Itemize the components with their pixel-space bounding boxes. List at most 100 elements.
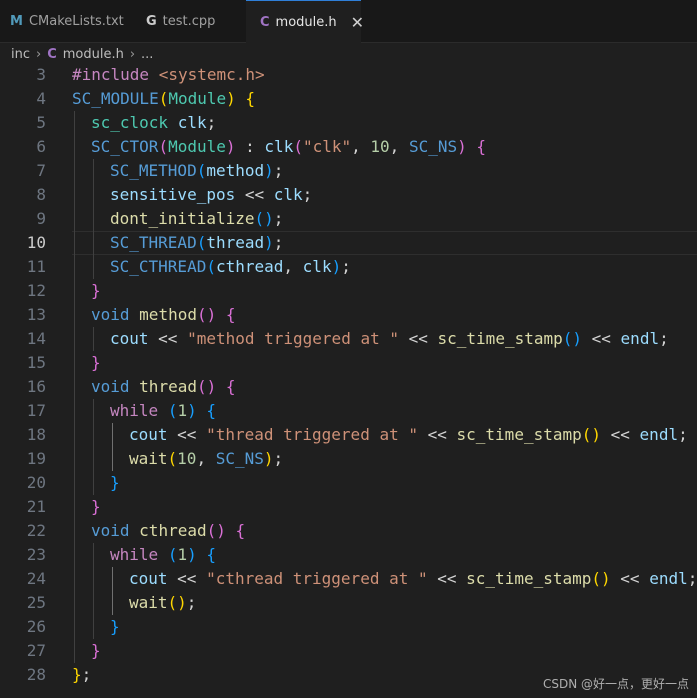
line-number: 16 xyxy=(26,377,46,396)
code-line[interactable]: 6 SC_CTOR(Module) : clk("clk", 10, SC_NS)… xyxy=(0,135,697,159)
code-line[interactable]: 13 void method() { xyxy=(0,303,697,327)
line-number: 6 xyxy=(36,137,46,156)
code-text: } xyxy=(91,497,101,516)
line-number: 23 xyxy=(26,545,46,564)
indent-guide xyxy=(112,423,113,471)
line-number: 10 xyxy=(26,233,46,252)
line-number: 5 xyxy=(36,113,46,132)
code-line[interactable]: 24 cout << "cthread triggered at " << sc_… xyxy=(0,567,697,591)
line-number: 11 xyxy=(26,257,46,276)
code-text: } xyxy=(91,281,101,300)
code-editor[interactable]: 3 #include <systemc.h> 4 SC_MODULE(Module) … xyxy=(0,63,697,698)
indent-guide xyxy=(93,159,94,279)
code-line[interactable]: 9 dont_initialize(); xyxy=(0,207,697,231)
code-text: cout << "method triggered at " << sc_tim… xyxy=(110,329,669,348)
code-line[interactable]: 21} xyxy=(0,495,697,519)
indent-guide xyxy=(93,543,94,639)
code-text: void cthread() { xyxy=(91,521,246,540)
line-number: 13 xyxy=(26,305,46,324)
chevron-right-icon: › xyxy=(129,46,136,62)
code-text: void thread() { xyxy=(91,377,236,396)
line-number: 8 xyxy=(36,185,46,204)
line-number: 19 xyxy=(26,449,46,468)
line-number: 20 xyxy=(26,473,46,492)
breadcrumb: inc › C module.h › ... xyxy=(0,43,697,65)
code-text: SC_CTOR(Module) : clk("clk", 10, SC_NS) … xyxy=(91,137,487,156)
line-number: 28 xyxy=(26,665,46,684)
tab-module-h[interactable]: C module.h ✕ xyxy=(246,0,364,44)
line-number: 22 xyxy=(26,521,46,540)
code-text: cout << "cthread triggered at " << sc_ti… xyxy=(129,569,697,588)
code-line[interactable]: 17 while (1) { xyxy=(0,399,697,423)
tab-test-cpp[interactable]: G test.cpp xyxy=(134,0,244,43)
code-text: while (1) { xyxy=(110,401,217,420)
tab-cmakelists[interactable]: M CMakeLists.txt xyxy=(0,0,127,43)
line-number: 17 xyxy=(26,401,46,420)
code-text: #include <systemc.h> xyxy=(72,65,265,84)
code-line[interactable]: 11 SC_CTHREAD(cthread, clk); xyxy=(0,255,697,279)
code-line[interactable]: 8 sensitive_pos << clk; xyxy=(0,183,697,207)
code-line[interactable]: 7 SC_METHOD(method); xyxy=(0,159,697,183)
code-line[interactable]: 4 SC_MODULE(Module) { xyxy=(0,87,697,111)
code-text: cout << "thread triggered at " << sc_tim… xyxy=(129,425,688,444)
code-line[interactable]: 18 cout << "thread triggered at " << sc_t… xyxy=(0,423,697,447)
code-text: SC_METHOD(method); xyxy=(110,161,284,180)
code-text: dont_initialize(); xyxy=(110,209,284,228)
line-number: 14 xyxy=(26,329,46,348)
code-text: wait(); xyxy=(129,593,197,612)
code-line[interactable]: 5 sc_clock clk; xyxy=(0,111,697,135)
indent-guide xyxy=(112,567,113,615)
close-tab-icon[interactable]: ✕ xyxy=(351,13,364,32)
indent-guide xyxy=(93,399,94,495)
chevron-right-icon: › xyxy=(36,46,42,62)
code-text: } xyxy=(110,617,120,636)
code-line[interactable]: 27} xyxy=(0,639,697,663)
code-line[interactable]: 16 void thread() { xyxy=(0,375,697,399)
code-line[interactable]: 3 #include <systemc.h> xyxy=(0,63,697,87)
cmake-file-icon: M xyxy=(10,14,23,29)
code-line[interactable]: 15} xyxy=(0,351,697,375)
code-text: sc_clock clk; xyxy=(91,113,217,132)
code-text: while (1) { xyxy=(110,545,217,564)
git-modified-icon: G xyxy=(146,14,157,29)
line-number: 7 xyxy=(36,161,46,180)
code-text: void method() { xyxy=(91,305,236,324)
code-text: } xyxy=(110,473,120,492)
code-line[interactable]: 14 cout << "method triggered at " << sc_t… xyxy=(0,327,697,351)
code-line[interactable]: 20} xyxy=(0,471,697,495)
editor-tab-bar: M CMakeLists.txt G test.cpp C module.h ✕ xyxy=(0,0,697,44)
line-number: 18 xyxy=(26,425,46,444)
tab-label: test.cpp xyxy=(162,14,216,29)
indent-guide xyxy=(74,111,75,663)
line-number: 26 xyxy=(26,617,46,636)
c-header-file-icon: C xyxy=(47,46,57,62)
code-text: SC_MODULE(Module) { xyxy=(72,89,256,108)
tab-label: module.h xyxy=(275,15,337,30)
breadcrumb-symbols[interactable]: ... xyxy=(141,47,153,62)
line-number: 15 xyxy=(26,353,46,372)
code-line[interactable]: 26} xyxy=(0,615,697,639)
code-line[interactable]: 22 void cthread() { xyxy=(0,519,697,543)
watermark: CSDN @好一点，更好一点 xyxy=(542,677,689,691)
code-line[interactable]: 12} xyxy=(0,279,697,303)
line-number: 3 xyxy=(36,65,46,84)
code-line[interactable]: 25 wait(); xyxy=(0,591,697,615)
code-text: } xyxy=(91,353,101,372)
code-text: SC_THREAD(thread); xyxy=(110,233,284,252)
indent-guide xyxy=(93,327,94,351)
line-number: 24 xyxy=(26,569,46,588)
line-number: 9 xyxy=(36,209,46,228)
code-line[interactable]: 10 SC_THREAD(thread); xyxy=(0,231,697,255)
code-text: }; xyxy=(72,665,92,684)
code-text: sensitive_pos << clk; xyxy=(110,185,313,204)
line-number: 21 xyxy=(26,497,46,516)
line-number: 27 xyxy=(26,641,46,660)
line-number: 25 xyxy=(26,593,46,612)
tab-label: CMakeLists.txt xyxy=(28,14,124,29)
code-line[interactable]: 23 while (1) { xyxy=(0,543,697,567)
breadcrumb-folder[interactable]: inc xyxy=(11,47,30,62)
code-line[interactable]: 19 wait(10, SC_NS); xyxy=(0,447,697,471)
c-header-file-icon: C xyxy=(260,15,270,30)
line-number: 4 xyxy=(36,89,46,108)
breadcrumb-file[interactable]: module.h xyxy=(63,47,124,62)
